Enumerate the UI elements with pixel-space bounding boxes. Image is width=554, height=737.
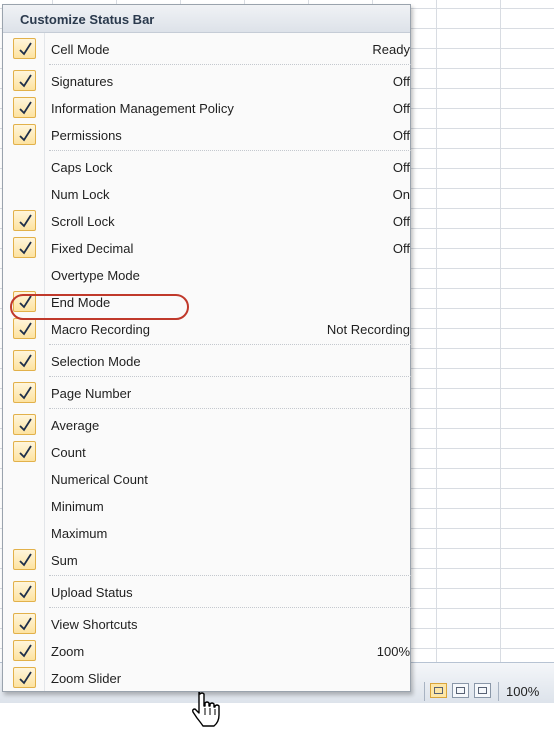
checkmark-icon [13,613,36,634]
menu-item-label: Minimum [51,499,104,514]
menu-item-minimum[interactable]: Minimum [3,493,410,519]
menu-item-value: Ready [372,42,410,57]
menu-item-fixed-decimal[interactable]: Fixed Decimal Off [3,235,410,261]
menu-item-label: Page Number [51,386,132,401]
menu-item-label: Macro Recording [51,322,150,337]
checkmark-icon [13,441,36,462]
checkmark-icon [13,318,36,339]
menu-item-view-shortcuts[interactable]: View Shortcuts [3,611,410,637]
page-break-preview-button[interactable] [474,683,491,698]
zoom-level[interactable]: 100% [506,684,539,699]
menu-item-value: On [392,187,410,202]
menu-item-count[interactable]: Count [3,439,410,465]
menu-item-cell-mode[interactable]: Cell Mode Ready [3,36,410,62]
hand-cursor-icon [192,692,220,727]
menu-item-information-management-policy[interactable]: Information Management Policy Off [3,95,410,121]
menu-item-label: Permissions [51,128,122,143]
highlight-annotation [10,294,189,320]
menu-item-label: Zoom [51,644,85,659]
menu-item-caps-lock[interactable]: Caps Lock Off [3,154,410,180]
checkmark-icon [13,350,36,371]
menu-item-label: Num Lock [51,187,110,202]
checkmark-icon [13,382,36,403]
checkmark-icon [13,549,36,570]
normal-view-button[interactable] [430,683,447,698]
menu-item-label: View Shortcuts [51,617,138,632]
customize-status-bar-menu: Customize Status Bar Cell Mode Ready Signa… [2,4,411,692]
menu-separator [49,575,411,576]
menu-item-sum[interactable]: Sum [3,547,410,573]
menu-item-value: Off [392,74,410,89]
checkmark-icon [13,667,36,688]
menu-item-label: Average [51,418,100,433]
menu-item-selection-mode[interactable]: Selection Mode [3,348,410,374]
menu-separator [49,64,411,65]
menu-item-label: Upload Status [51,585,133,600]
menu-item-num-lock[interactable]: Num Lock On [3,181,410,207]
menu-item-value: 100% [376,644,410,659]
menu-item-overtype-mode[interactable]: Overtype Mode [3,262,410,288]
menu-title: Customize Status Bar [20,12,155,27]
menu-item-value: Not Recording [326,322,410,337]
menu-item-label: Information Management Policy [51,101,234,116]
menu-item-label: Count [51,445,86,460]
menu-item-value: Off [392,160,410,175]
menu-separator [49,607,411,608]
page-layout-view-button[interactable] [452,683,469,698]
menu-item-label: Selection Mode [51,354,141,369]
menu-item-label: Scroll Lock [51,214,115,229]
menu-item-label: Maximum [51,526,108,541]
menu-item-numerical-count[interactable]: Numerical Count [3,466,410,492]
menu-item-value: Off [392,214,410,229]
menu-item-label: Sum [51,553,78,568]
menu-item-permissions[interactable]: Permissions Off [3,122,410,148]
page-icon [456,687,465,694]
menu-item-label: Zoom Slider [51,671,122,686]
menu-separator [49,376,411,377]
menu-item-value: Off [392,241,410,256]
checkmark-icon [13,210,36,231]
page-break-icon [478,687,487,694]
checkmark-icon [13,414,36,435]
menu-item-value: Off [392,128,410,143]
menu-item-zoom[interactable]: Zoom 100% [3,638,410,664]
menu-separator [49,344,411,345]
menu-item-maximum[interactable]: Maximum [3,520,410,546]
menu-item-average[interactable]: Average [3,412,410,438]
checkmark-icon [13,640,36,661]
menu-item-zoom-slider[interactable]: Zoom Slider [3,665,410,691]
checkmark-icon [13,124,36,145]
menu-item-signatures[interactable]: Signatures Off [3,68,410,94]
menu-item-upload-status[interactable]: Upload Status [3,579,410,605]
menu-item-label: Numerical Count [51,472,148,487]
menu-item-label: Fixed Decimal [51,241,134,256]
menu-item-label: Cell Mode [51,42,110,57]
checkmark-icon [13,70,36,91]
menu-separator [49,408,411,409]
menu-header: Customize Status Bar [3,5,410,33]
checkmark-icon [13,38,36,59]
menu-item-label: Caps Lock [51,160,113,175]
menu-item-page-number[interactable]: Page Number [3,380,410,406]
checkmark-icon [13,97,36,118]
checkmark-icon [13,237,36,258]
menu-item-scroll-lock[interactable]: Scroll Lock Off [3,208,410,234]
menu-item-value: Off [392,101,410,116]
menu-separator [49,150,411,151]
grid-icon [434,687,443,694]
menu-item-label: Signatures [51,74,114,89]
status-divider [424,682,425,701]
menu-item-label: Overtype Mode [51,268,140,283]
status-divider [498,682,499,701]
checkmark-icon [13,581,36,602]
